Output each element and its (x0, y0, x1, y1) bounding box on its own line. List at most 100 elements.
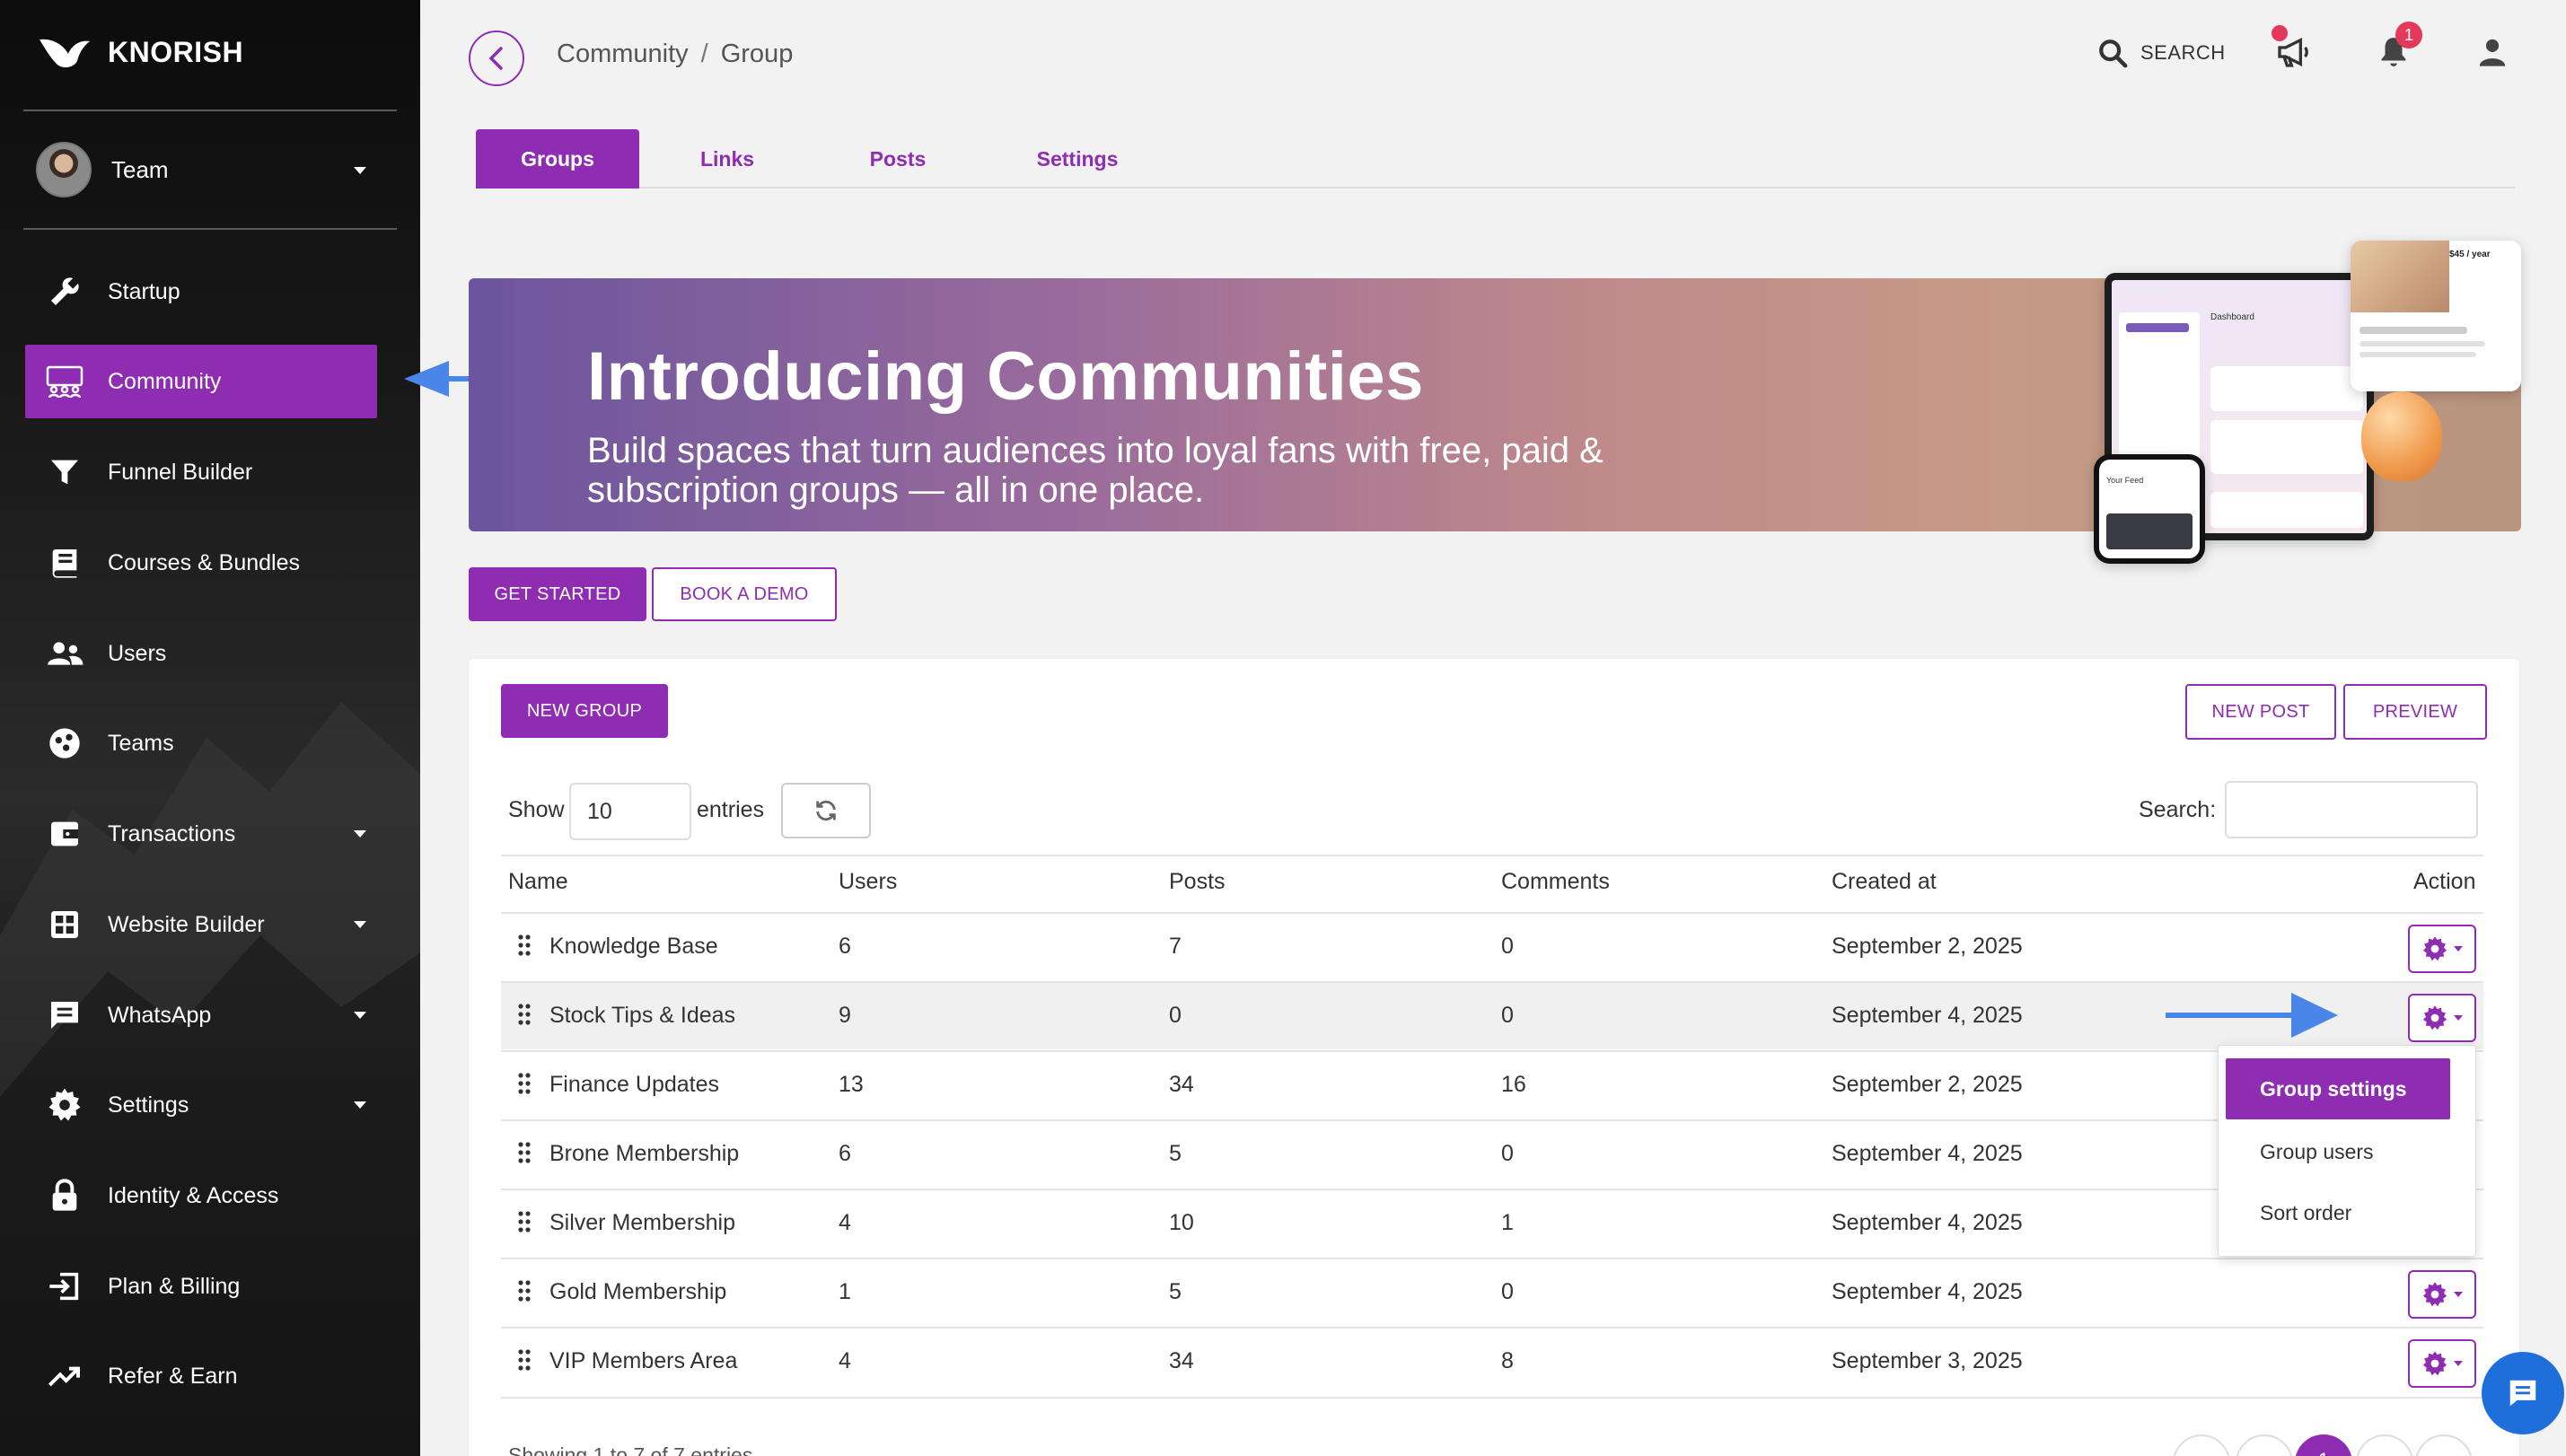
chevron-down-icon (354, 1012, 366, 1019)
row-action-button[interactable] (2408, 1339, 2476, 1388)
column-header-posts[interactable]: Posts (1169, 869, 1226, 895)
drag-handle-icon[interactable] (517, 1210, 532, 1233)
entries-select[interactable]: 10 (569, 783, 691, 840)
drag-handle-icon[interactable] (517, 1348, 532, 1372)
column-header-comments[interactable]: Comments (1501, 869, 1610, 895)
sidebar-item-label: Courses & Bundles (108, 549, 301, 575)
heart-balloon-graphic (2361, 391, 2442, 481)
tab-posts[interactable]: Posts (835, 129, 961, 189)
sidebar-item-transactions[interactable]: Transactions (25, 797, 393, 871)
notifications-button[interactable]: 1 (2374, 22, 2422, 72)
announcement-dot (2272, 25, 2288, 41)
chevron-left-icon (488, 47, 503, 70)
sidebar-item-label: Plan & Billing (108, 1273, 241, 1299)
cell-users: 4 (839, 1210, 851, 1235)
gear-icon (2422, 1005, 2447, 1031)
breadcrumb-separator: / (700, 39, 708, 68)
chat-bubble-icon (2509, 1380, 2536, 1407)
sidebar-item-community[interactable]: Community (25, 345, 377, 418)
profile-button[interactable] (2473, 32, 2512, 72)
gear-icon (2422, 1351, 2447, 1376)
sidebar-item-label: Settings (108, 1092, 189, 1118)
menu-item-group-settings[interactable]: Group settings (2226, 1058, 2450, 1119)
row-action-button[interactable] (2408, 1270, 2476, 1319)
row-action-button[interactable] (2408, 925, 2476, 973)
search-label: Search: (2139, 797, 2217, 822)
breadcrumb-community[interactable]: Community (557, 39, 689, 68)
tab-groups[interactable]: Groups (476, 129, 639, 189)
announcements-button[interactable] (2272, 25, 2313, 72)
drag-handle-icon[interactable] (517, 934, 532, 957)
cell-comments: 0 (1501, 934, 1514, 959)
sidebar-item-refer-earn[interactable]: Refer & Earn (25, 1339, 393, 1413)
column-header-action: Action (2413, 869, 2476, 894)
drag-handle-icon[interactable] (517, 1279, 532, 1303)
sidebar-item-label: WhatsApp (108, 1002, 212, 1028)
get-started-button[interactable]: GET STARTED (469, 567, 646, 621)
drag-handle-icon[interactable] (517, 1003, 532, 1026)
team-switcher[interactable]: Team (36, 142, 377, 197)
cell-created: September 4, 2025 (1832, 1210, 2023, 1235)
funnel-icon (45, 454, 84, 490)
gear-icon (2422, 936, 2447, 961)
sidebar-item-website-builder[interactable]: Website Builder (25, 888, 393, 961)
table-header-top-border (501, 855, 2483, 856)
cell-posts: 34 (1169, 1072, 1194, 1097)
table-row: Gold Membership 1 5 0 September 4, 2025 (501, 1258, 2483, 1326)
sidebar-item-label: Transactions (108, 820, 236, 846)
cell-name: Knowledge Base (549, 934, 718, 959)
new-group-button[interactable]: NEW GROUP (501, 684, 668, 738)
cell-comments: 1 (1501, 1210, 1514, 1235)
gear-icon (2422, 1282, 2447, 1307)
sidebar-item-label: Teams (108, 730, 174, 756)
header-search-button[interactable]: SEARCH (2097, 38, 2226, 68)
drag-handle-icon[interactable] (517, 1141, 532, 1164)
sidebar-item-courses-bundles[interactable]: Courses & Bundles (25, 526, 393, 600)
annotation-arrow-right (2166, 993, 2338, 1038)
chat-widget-button[interactable] (2482, 1352, 2564, 1434)
cell-users: 4 (839, 1348, 851, 1373)
new-post-button[interactable]: NEW POST (2185, 684, 2336, 740)
sidebar-item-label: Startup (108, 278, 180, 304)
refresh-icon (816, 800, 836, 821)
tab-settings[interactable]: Settings (1006, 129, 1149, 189)
banner-title: Introducing Communities (587, 338, 1424, 415)
sidebar: KNORISH Team Startup Community Funnel Bu… (0, 0, 420, 1456)
mock-price-label: $45 / year (2449, 250, 2491, 259)
row-action-button[interactable] (2408, 994, 2476, 1042)
tab-links[interactable]: Links (664, 129, 790, 189)
cell-name: Finance Updates (549, 1072, 720, 1097)
chevron-down-icon (354, 921, 366, 928)
column-header-created[interactable]: Created at (1832, 869, 1937, 895)
cell-posts: 0 (1169, 1003, 1182, 1028)
chevron-down-icon (354, 1101, 366, 1109)
column-header-users[interactable]: Users (839, 869, 897, 895)
cell-name: Gold Membership (549, 1279, 727, 1304)
notification-badge: 1 (2395, 22, 2422, 48)
cell-comments: 0 (1501, 1279, 1514, 1304)
sidebar-item-teams[interactable]: Teams (25, 706, 393, 780)
cell-posts: 34 (1169, 1348, 1194, 1373)
sidebar-item-settings[interactable]: Settings (25, 1068, 393, 1142)
refresh-button[interactable] (781, 783, 871, 838)
cell-users: 6 (839, 934, 851, 959)
book-demo-button[interactable]: BOOK A DEMO (652, 567, 837, 621)
back-button[interactable] (469, 31, 524, 86)
sidebar-item-funnel-builder[interactable]: Funnel Builder (25, 435, 393, 509)
preview-button[interactable]: PREVIEW (2343, 684, 2487, 740)
drag-handle-icon[interactable] (517, 1072, 532, 1095)
lock-icon (45, 1178, 84, 1214)
sidebar-item-startup[interactable]: Startup (25, 255, 393, 329)
column-header-name[interactable]: Name (508, 869, 568, 895)
table-search-input[interactable] (2225, 781, 2478, 838)
sidebar-item-plan-billing[interactable]: Plan & Billing (25, 1250, 393, 1323)
menu-item-sort-order[interactable]: Sort order (2226, 1182, 2450, 1243)
sidebar-item-identity-access[interactable]: Identity & Access (25, 1159, 393, 1232)
menu-item-group-users[interactable]: Group users (2226, 1121, 2450, 1182)
sidebar-item-users[interactable]: Users (25, 617, 393, 690)
pricing-card-mockup: $45 / year (2351, 241, 2521, 391)
brand[interactable]: KNORISH (38, 34, 243, 70)
website-icon (45, 907, 84, 943)
cell-users: 1 (839, 1279, 851, 1304)
sidebar-item-whatsapp[interactable]: WhatsApp (25, 978, 393, 1052)
